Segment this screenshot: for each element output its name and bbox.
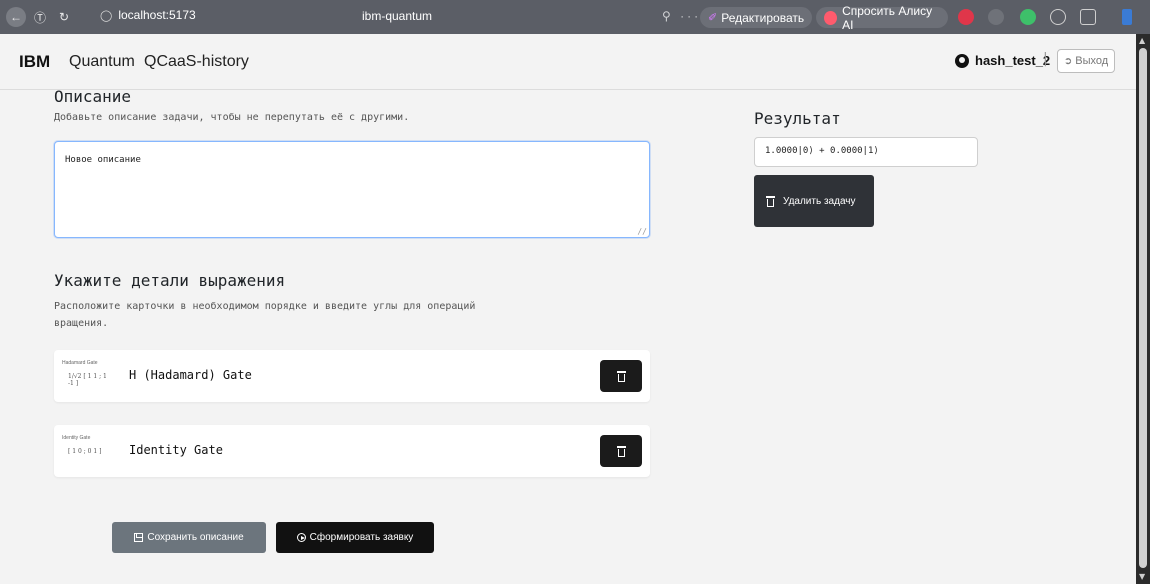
description-title: Описание [54,87,132,106]
gate-name-hadamard: H (Hadamard) Gate [129,368,252,382]
hadamard-thumb-title: Hadamard Gate [62,360,98,366]
logout-button[interactable]: ➲ Выход [1057,49,1115,73]
download-icon[interactable] [1122,9,1132,25]
app-header: IBM Quantum QCaaS-history hash_test_2 | … [0,34,1136,90]
logout-icon: ➲ [1063,55,1073,67]
address-bar[interactable]: ◯ localhost:5173 [100,8,196,22]
ask-alice-button[interactable]: Спросить Алису AI [816,4,948,32]
gate-card-identity[interactable]: Identity Gate [ 1 0 ; 0 1 ] Identity Gat… [54,425,650,477]
delete-task-button[interactable]: Удалить задачу [754,175,874,227]
form-request-label: Сформировать заявку [309,532,414,543]
pen-icon: ✐ [708,12,718,24]
trash-icon [616,370,626,382]
hadamard-gate-thumbnail: Hadamard Gate 1/√2 [ 1 1 ; 1 -1 ] [62,360,110,394]
bookmarks-icon[interactable] [1080,9,1096,25]
delete-task-label: Удалить задачу [783,195,856,207]
play-circle-icon [296,533,306,542]
hadamard-thumb-matrix: 1/√2 [ 1 1 ; 1 -1 ] [68,373,107,387]
scroll-thumb[interactable] [1139,48,1147,568]
shield-icon: ◯ [100,9,113,22]
user-icon [955,53,969,68]
nav-qcaas-history[interactable]: QCaaS-history [144,53,249,71]
edit-button[interactable]: ✐ Редактировать [700,7,812,28]
extension-sun-icon[interactable] [988,9,1004,25]
identity-gate-thumbnail: Identity Gate [ 1 0 ; 0 1 ] [62,435,110,469]
trash-icon [766,195,775,207]
result-value: 1.0000|0⟩ + 0.0000|1⟩ [765,146,879,156]
back-icon[interactable]: ← [6,7,26,27]
gate-name-identity: Identity Gate [129,443,223,457]
gate-card-hadamard[interactable]: Hadamard Gate 1/√2 [ 1 1 ; 1 -1 ] H (Had… [54,350,650,402]
delete-gate-hadamard-button[interactable] [600,360,642,392]
identity-thumb-matrix: [ 1 0 ; 0 1 ] [68,448,102,455]
form-request-button[interactable]: Сформировать заявку [276,522,434,553]
details-subtitle: Расположите карточки в необходимом поряд… [54,301,476,329]
details-title: Укажите детали выражения [54,271,286,290]
resize-handle-icon[interactable]: ∕∕ [637,227,647,236]
logout-label: Выход [1075,55,1109,67]
scroll-down-icon[interactable]: ▼ [1139,572,1145,581]
delete-gate-identity-button[interactable] [600,435,642,467]
extension-circle-icon[interactable] [1020,9,1036,25]
description-value: Новое описание [65,155,141,165]
extension-record-icon[interactable] [958,9,974,25]
identity-thumb-title: Identity Gate [62,435,91,441]
scroll-up-icon[interactable]: ▲ [1139,36,1145,45]
save-icon [134,533,144,542]
url-text: localhost:5173 [118,8,196,22]
edit-label: Редактировать [721,10,805,25]
yandex-icon[interactable]: Ⓣ [30,7,50,27]
username: hash_test_2 [975,53,1051,68]
description-subtitle: Добавьте описание задачи, чтобы не переп… [54,112,410,123]
browser-toolbar: ← Ⓣ ↻ ◯ localhost:5173 ibm-quantum ⚲ ···… [0,0,1150,34]
nav-quantum[interactable]: Quantum [69,53,135,71]
description-textarea[interactable]: Новое описание ∕∕ [54,141,650,238]
page-scrollbar[interactable]: ▲ ▼ [1136,34,1150,584]
extensions-puzzle-icon[interactable] [1050,9,1066,25]
brand-logo[interactable]: IBM [19,52,50,72]
save-description-label: Сохранить описание [147,532,244,543]
result-title: Результат [754,109,841,128]
save-description-button[interactable]: Сохранить описание [112,522,266,553]
reload-icon[interactable]: ↻ [54,7,74,27]
tab-title: ibm-quantum [362,9,433,23]
user-profile[interactable]: hash_test_2 [955,53,1050,68]
alice-label: Спросить Алису AI [842,3,933,32]
result-field: 1.0000|0⟩ + 0.0000|1⟩ [754,137,978,167]
alice-icon [824,10,838,25]
trash-icon [616,445,626,457]
header-separator: | [1043,51,1048,67]
